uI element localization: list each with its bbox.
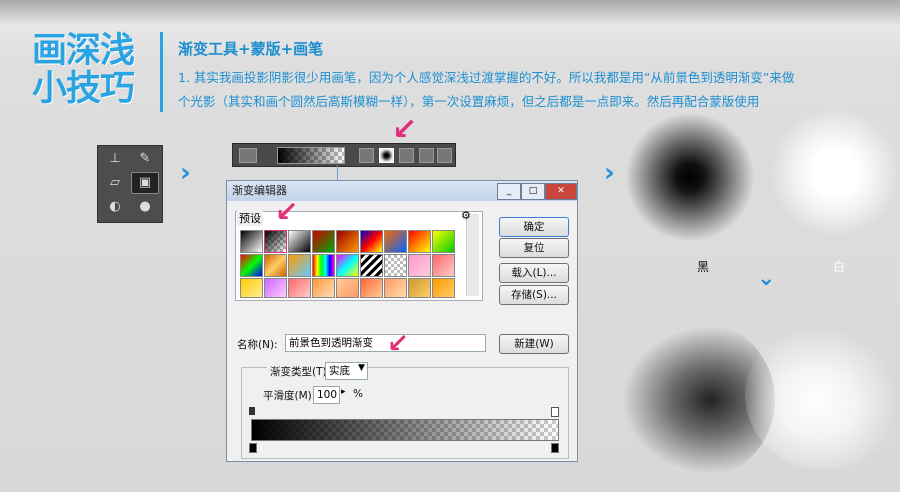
preset-swatch[interactable] <box>288 278 311 298</box>
description: 1. 其实我画投影阴影很少用画笔，因为个人感觉深浅过渡掌握的不好。所以我都是用“… <box>178 66 896 114</box>
white-label: 白 <box>833 260 846 274</box>
angle-gradient-button[interactable] <box>399 148 414 163</box>
arrow-down-icon: ⌄ <box>757 266 776 291</box>
tool-preset-button[interactable] <box>239 148 257 163</box>
gradient-type-label: 渐变类型(T): <box>267 364 334 379</box>
blur-icon[interactable]: ◐ <box>102 197 128 217</box>
diamond-gradient-button[interactable] <box>437 148 452 163</box>
preset-swatch[interactable] <box>264 254 287 277</box>
presets-panel <box>235 211 483 301</box>
history-brush-icon[interactable]: ✎ <box>132 149 158 169</box>
description-line1: 1. 其实我画投影阴影很少用画笔，因为个人感觉深浅过渡掌握的不好。所以我都是用“… <box>178 70 795 85</box>
name-label: 名称(N): <box>237 339 278 351</box>
preset-swatch[interactable] <box>360 278 383 298</box>
maximize-icon[interactable]: □ <box>521 183 545 200</box>
name-input[interactable]: 前景色到透明渐变 <box>285 334 486 352</box>
big-title-line2: 小技巧 <box>32 69 135 109</box>
preset-swatch[interactable] <box>312 278 335 298</box>
stepper-icon[interactable]: ▸ <box>341 387 346 397</box>
preset-swatch[interactable] <box>432 254 455 277</box>
dodge-icon[interactable]: ● <box>132 197 158 217</box>
reset-button[interactable]: 复位 <box>499 238 569 258</box>
black-label: 黑 <box>697 260 710 274</box>
tool-panel: ⊥ ✎ ▱ ▣ ◐ ● <box>97 145 163 223</box>
opacity-stop-right[interactable] <box>551 407 559 417</box>
gradient-preview-swatch[interactable] <box>277 147 345 164</box>
preset-swatch[interactable] <box>312 254 335 277</box>
preset-swatch[interactable] <box>264 230 287 253</box>
subtitle: 渐变工具+蒙版+画笔 <box>178 40 324 58</box>
stamp-icon[interactable]: ⊥ <box>102 149 128 169</box>
preset-swatch[interactable] <box>288 230 311 253</box>
opacity-stop-left[interactable] <box>249 407 255 415</box>
preset-swatch[interactable] <box>336 230 359 253</box>
gear-icon[interactable]: ⚙ <box>461 209 471 222</box>
preset-swatch[interactable] <box>384 254 407 277</box>
preset-swatch[interactable] <box>288 254 311 277</box>
linear-gradient-button[interactable] <box>359 148 374 163</box>
radial-gradient-button[interactable] <box>379 148 394 163</box>
arrow-right-icon: › <box>180 158 191 188</box>
reflected-gradient-button[interactable] <box>419 148 434 163</box>
close-icon[interactable]: ✕ <box>545 183 577 200</box>
gradient-options-bar <box>232 143 456 167</box>
description-line2: 个光影（其实和画个圆然后高斯模糊一样），第一次设置麻烦，但之后都是一点即来。然后… <box>178 94 760 109</box>
gradient-settings-group <box>241 367 569 459</box>
big-title-line1: 画深浅 <box>32 31 135 71</box>
presets-label: 预设 <box>237 210 263 226</box>
smoothness-input[interactable]: 100 <box>313 386 340 404</box>
ok-button[interactable]: 确定 <box>499 217 569 237</box>
color-stop-left[interactable] <box>249 443 257 453</box>
gradient-tool-icon[interactable]: ▣ <box>131 172 159 194</box>
load-button[interactable]: 载入(L)... <box>499 263 569 283</box>
presets-scrollbar[interactable] <box>466 214 479 296</box>
callout-arrow-icon: ↙ <box>275 195 299 228</box>
preset-swatch[interactable] <box>336 278 359 298</box>
preset-swatch[interactable] <box>384 230 407 253</box>
preset-swatch[interactable] <box>240 278 263 298</box>
eraser-icon[interactable]: ▱ <box>102 173 128 193</box>
preset-swatch[interactable] <box>312 230 335 253</box>
smoothness-label: 平滑度(M): <box>263 390 316 402</box>
big-title: 画深浅 小技巧 <box>32 32 142 108</box>
chevron-down-icon[interactable]: ▼ <box>358 363 365 373</box>
preset-swatch[interactable] <box>408 254 431 277</box>
preset-swatch[interactable] <box>432 278 455 298</box>
preset-swatch[interactable] <box>432 230 455 253</box>
preset-swatch[interactable] <box>240 254 263 277</box>
callout-arrow-icon: ↙ <box>392 112 418 147</box>
preset-swatch[interactable] <box>360 230 383 253</box>
white-gradient-sample <box>770 108 900 238</box>
preset-swatch[interactable] <box>408 278 431 298</box>
top-shadow <box>0 0 900 24</box>
preset-swatch[interactable] <box>408 230 431 253</box>
black-gradient-sample <box>625 112 755 242</box>
preset-swatch[interactable] <box>240 230 263 253</box>
preset-swatch[interactable] <box>264 278 287 298</box>
preset-swatch[interactable] <box>384 278 407 298</box>
preset-swatch[interactable] <box>336 254 359 277</box>
white-masked-sample <box>745 320 900 470</box>
minimize-icon[interactable]: _ <box>497 183 521 200</box>
connector-line <box>337 165 338 181</box>
callout-arrow-icon: ↙ <box>387 329 409 359</box>
save-button[interactable]: 存储(S)... <box>499 285 569 305</box>
new-button[interactable]: 新建(W) <box>499 334 569 354</box>
arrow-right-icon: › <box>604 158 615 188</box>
title-divider <box>160 32 163 112</box>
smoothness-unit: % <box>353 388 363 400</box>
color-stop-right[interactable] <box>551 443 559 453</box>
gradient-bar[interactable] <box>251 419 559 441</box>
preset-swatch[interactable] <box>360 254 383 277</box>
gradient-editor-dialog: 渐变编辑器 _ □ ✕ 预设 ⚙ ↙ 确定 复位 载入(L)... 存储(S).… <box>226 180 578 462</box>
